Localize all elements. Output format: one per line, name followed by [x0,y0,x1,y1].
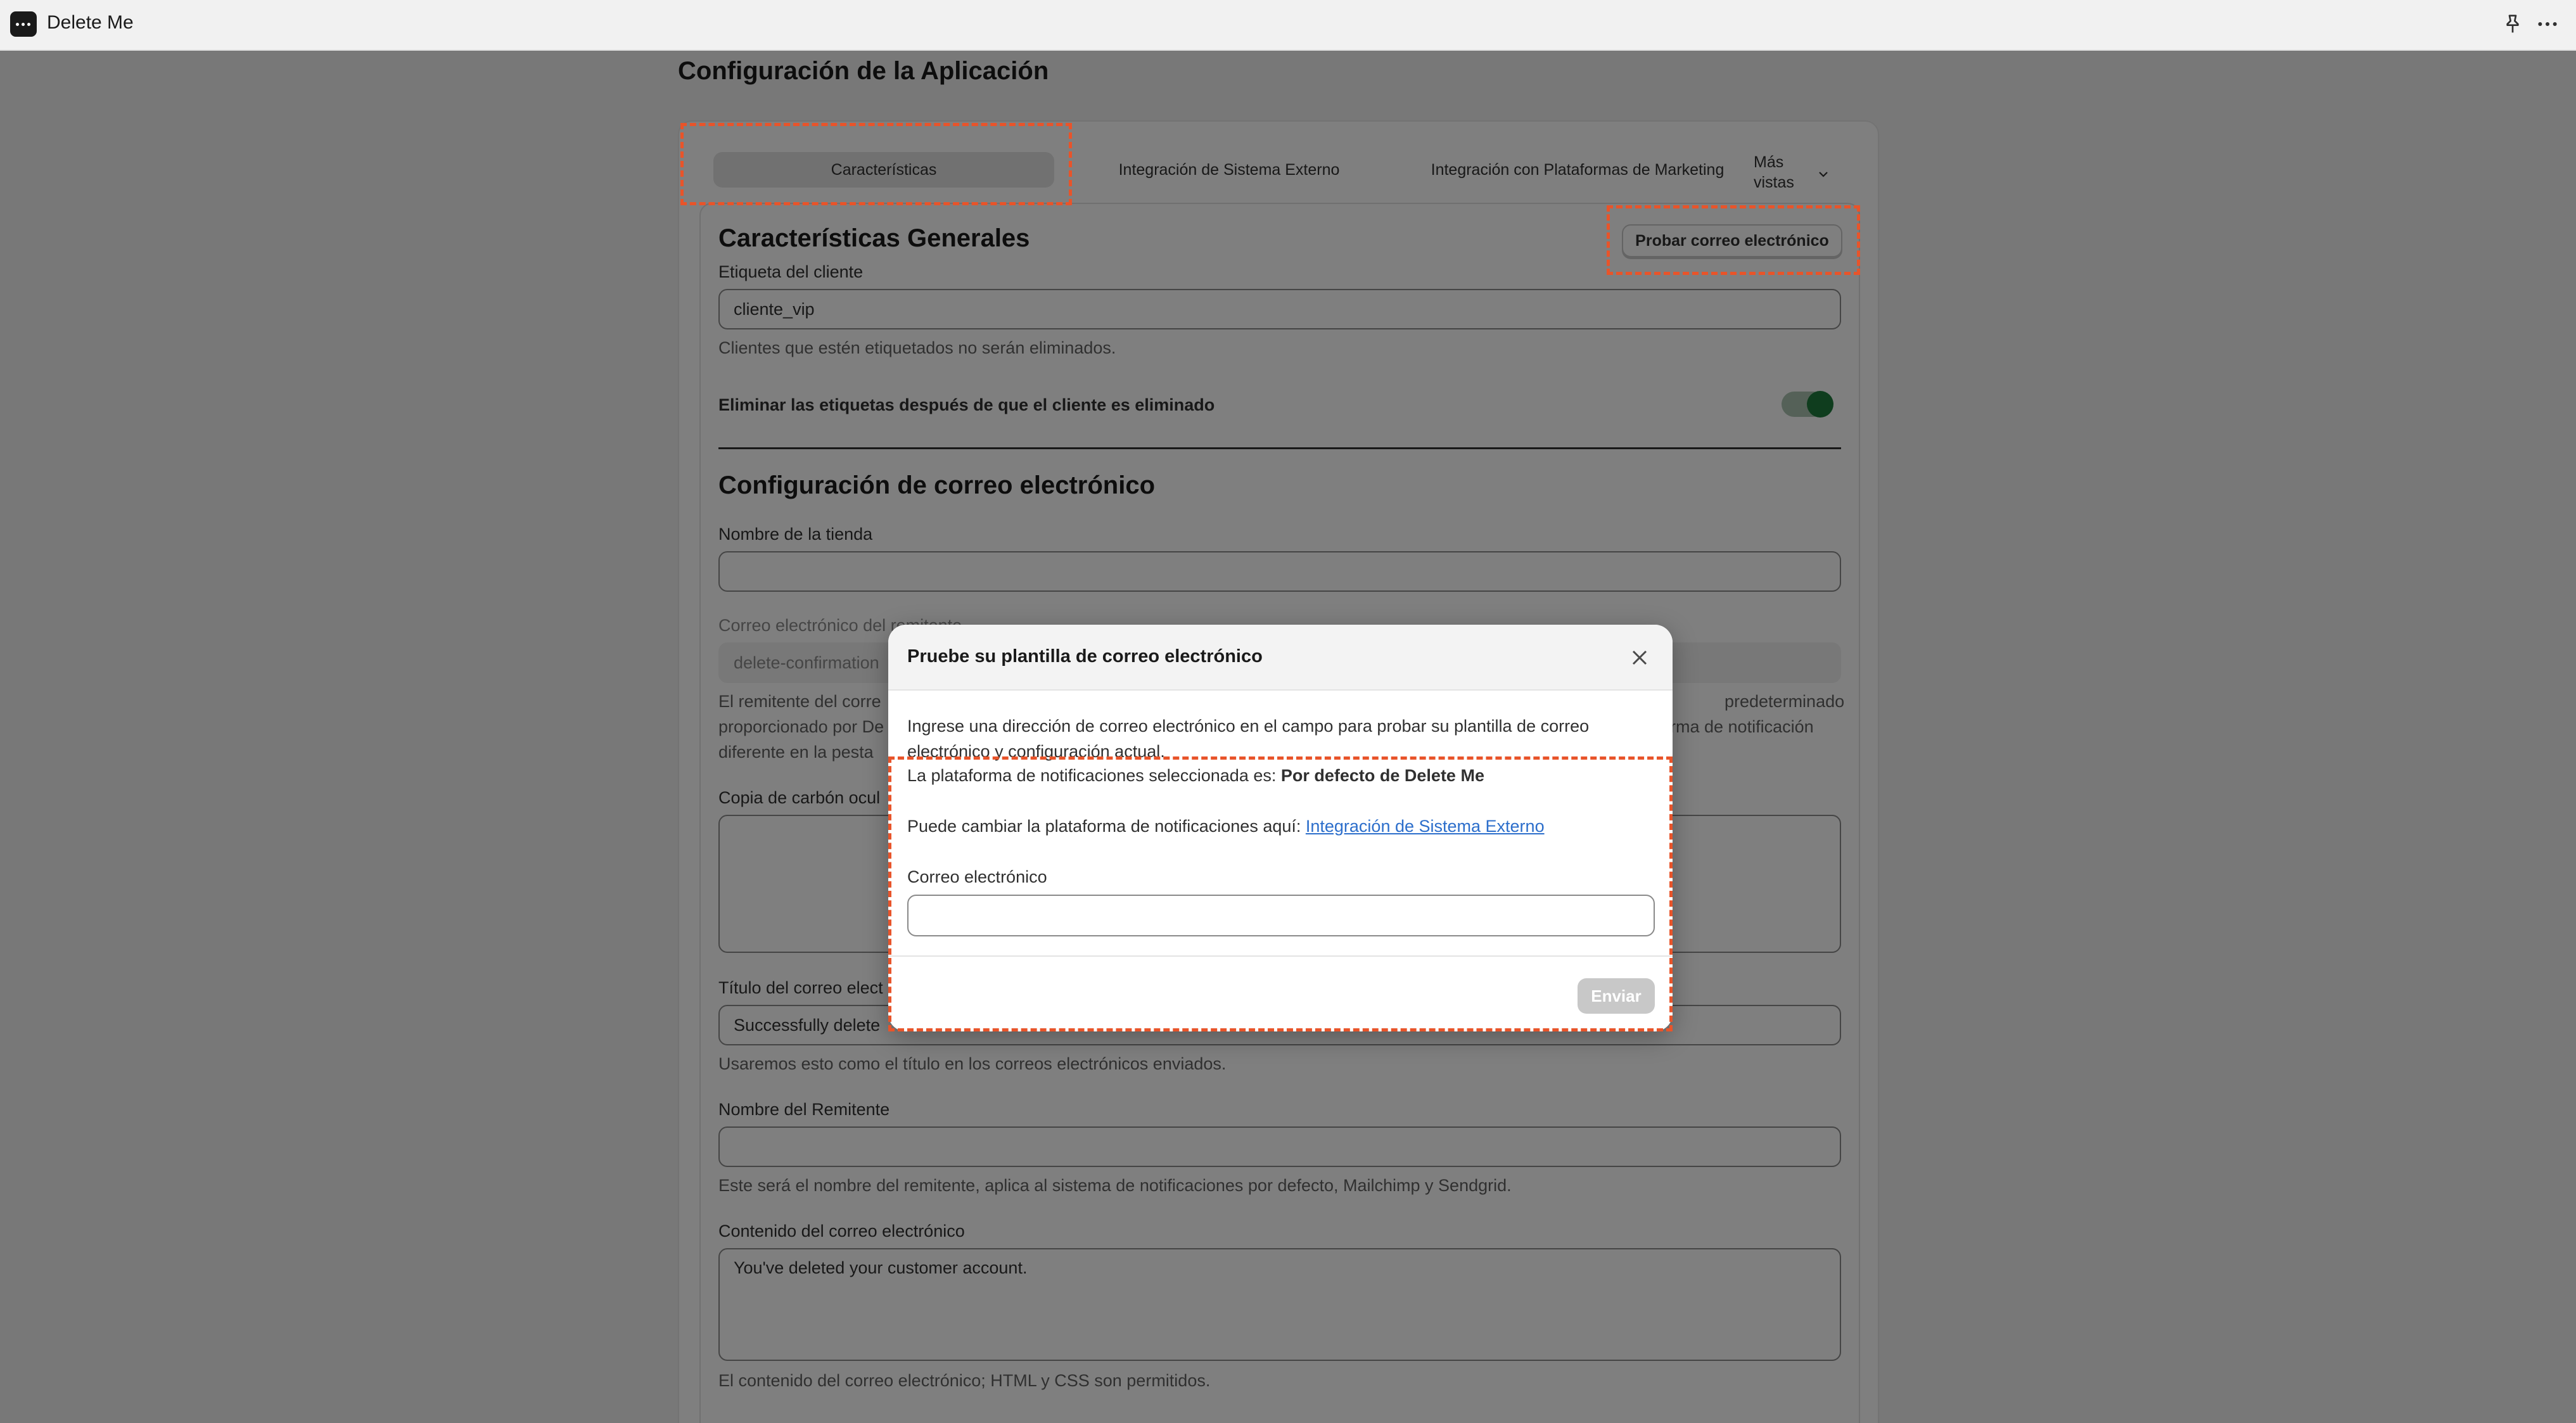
more-options-icon[interactable] [2535,11,2560,37]
title-bar: Delete Me [0,0,2576,51]
highlight-test-button [1607,205,1860,275]
close-icon[interactable] [1627,645,1652,670]
modal-title: Pruebe su plantilla de correo electrónic… [907,646,1263,667]
app-title: Delete Me [47,12,134,33]
highlight-tab [680,123,1072,205]
pin-icon[interactable] [2500,11,2525,37]
app-window: Delete Me Configuración de la Aplicación… [0,0,2576,1423]
modal-header: Pruebe su plantilla de correo electrónic… [888,625,1673,691]
app-icon [10,11,37,37]
highlight-modal-body [888,756,1673,1031]
